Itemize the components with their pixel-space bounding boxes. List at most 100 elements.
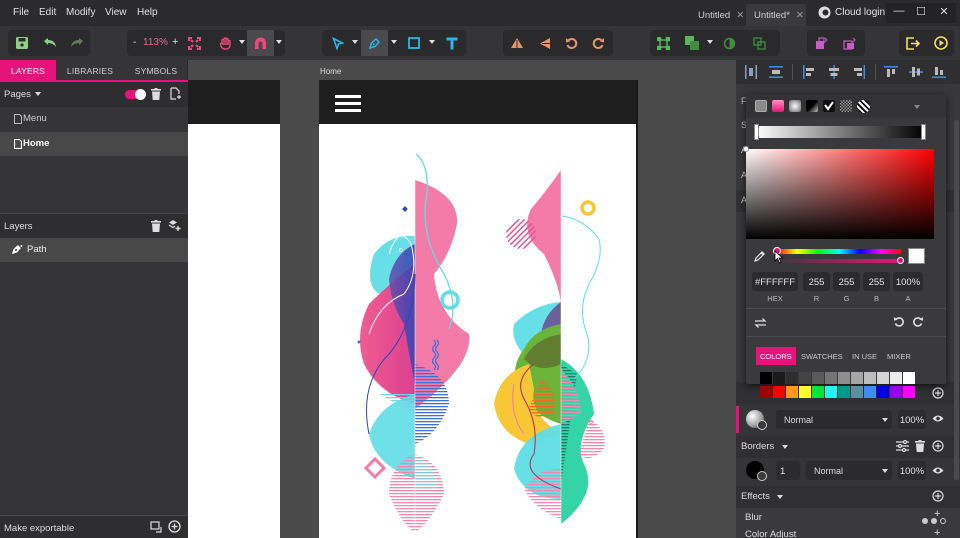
color-swatch[interactable]	[903, 372, 915, 384]
border-width-field[interactable]: 1	[776, 461, 800, 480]
hex-input[interactable]: #FFFFFF	[752, 272, 798, 291]
pen-tool-button[interactable]	[361, 30, 388, 56]
noise-fill-type[interactable]	[857, 100, 870, 113]
linear-gradient-type[interactable]	[772, 100, 784, 112]
delete-page-icon[interactable]	[151, 88, 161, 100]
menu-help[interactable]: Help	[137, 7, 158, 18]
close-tab-icon[interactable]: ✕	[736, 10, 744, 21]
borders-dropdown-icon[interactable]	[782, 445, 788, 449]
add-layer-icon[interactable]	[168, 219, 181, 232]
saturation-value-picker[interactable]	[746, 149, 934, 239]
solid-fill-type[interactable]	[755, 100, 767, 112]
color-swatch[interactable]	[851, 372, 863, 384]
color-swatch[interactable]	[786, 386, 798, 398]
zoom-in-button[interactable]: +	[172, 36, 178, 48]
add-effect-icon[interactable]	[932, 490, 944, 502]
picker-undo-icon[interactable]	[893, 316, 905, 328]
snap-magnet-button[interactable]	[247, 30, 274, 56]
save-button[interactable]	[8, 30, 35, 56]
close-tab-icon[interactable]: ✕	[796, 10, 804, 21]
diamond-gradient-type[interactable]	[823, 100, 835, 112]
color-swatch[interactable]	[799, 386, 811, 398]
distribute-vertical-icon[interactable]	[769, 65, 783, 79]
page-item-home[interactable]: Home	[0, 132, 188, 156]
eye-icon[interactable]	[932, 466, 944, 475]
select-dropdown-icon[interactable]	[352, 40, 358, 44]
color-swatch[interactable]	[825, 372, 837, 384]
pages-dropdown-icon[interactable]	[35, 92, 41, 96]
gradient-stop-end[interactable]	[921, 124, 926, 140]
tab-colors[interactable]: COLORS	[756, 347, 796, 365]
boolean-dropdown-icon[interactable]	[707, 40, 713, 44]
page-item-menu[interactable]: Menu	[0, 107, 188, 131]
pages-toggle[interactable]	[125, 89, 146, 100]
bring-forward-button[interactable]	[808, 30, 835, 56]
border-opacity-field[interactable]: 100%	[898, 461, 926, 480]
color-swatch[interactable]	[877, 372, 889, 384]
color-swatch[interactable]	[838, 386, 850, 398]
color-swatch[interactable]	[812, 372, 824, 384]
menu-edit[interactable]: Edit	[39, 7, 56, 18]
color-swatch[interactable]	[799, 372, 811, 384]
menu-artboard[interactable]	[188, 124, 280, 538]
delete-border-icon[interactable]	[915, 440, 925, 452]
undo-button[interactable]	[36, 30, 63, 56]
align-top-icon[interactable]	[884, 65, 898, 79]
color-swatch[interactable]	[864, 372, 876, 384]
align-left-icon[interactable]	[802, 65, 816, 79]
delete-layer-icon[interactable]	[151, 220, 161, 232]
pen-dropdown-icon[interactable]	[391, 40, 397, 44]
align-middle-vertical-icon[interactable]	[909, 65, 923, 79]
minimize-button[interactable]: —	[890, 5, 908, 19]
tab-swatches[interactable]: SWATCHES	[801, 347, 843, 365]
select-tool-button[interactable]	[324, 30, 351, 56]
eyedropper-icon[interactable]	[754, 250, 766, 262]
align-center-horizontal-icon[interactable]	[827, 65, 841, 79]
color-swatch[interactable]	[773, 386, 785, 398]
align-right-icon[interactable]	[852, 65, 866, 79]
doc-tab-active[interactable]: Untitled* ✕	[746, 4, 806, 26]
alpha-slider[interactable]	[776, 259, 902, 263]
add-page-icon[interactable]	[170, 87, 182, 100]
color-swatch[interactable]	[890, 372, 902, 384]
zoom-level[interactable]: 113%	[143, 37, 168, 48]
rotate-right-button[interactable]	[585, 30, 612, 56]
tab-symbols[interactable]: SYMBOLS	[124, 60, 188, 80]
add-export-icon[interactable]	[168, 520, 181, 533]
angular-gradient-type[interactable]	[806, 100, 818, 112]
fill-blend-select[interactable]: Normal	[776, 410, 892, 429]
flip-horizontal-button[interactable]	[503, 30, 530, 56]
border-blend-select[interactable]: Normal	[806, 461, 892, 480]
color-swatch[interactable]	[812, 386, 824, 398]
gradient-stop-start[interactable]	[754, 124, 759, 140]
eye-icon[interactable]	[932, 414, 944, 423]
color-swatch[interactable]	[890, 386, 902, 398]
color-swatch[interactable]	[877, 386, 889, 398]
sv-picker-handle[interactable]	[743, 146, 749, 152]
fill-opacity-field[interactable]: 100%	[898, 410, 926, 429]
radial-gradient-type[interactable]	[789, 100, 801, 112]
blue-input[interactable]: 255	[863, 272, 890, 291]
pattern-fill-type[interactable]	[840, 100, 852, 112]
color-swatch[interactable]	[851, 386, 863, 398]
menu-file[interactable]: File	[13, 7, 29, 18]
color-swatch[interactable]	[825, 386, 837, 398]
picker-redo-icon[interactable]	[912, 316, 924, 328]
distribute-horizontal-icon[interactable]	[744, 65, 758, 79]
tab-mixer[interactable]: MIXER	[887, 347, 911, 365]
add-border-icon[interactable]	[932, 440, 944, 452]
rotate-left-button[interactable]	[558, 30, 585, 56]
abstract-wave-illustration[interactable]	[319, 124, 636, 538]
artboard-label[interactable]: Home	[320, 67, 341, 76]
close-window-button[interactable]: ✕	[935, 5, 953, 19]
edit-border-icon[interactable]	[757, 471, 767, 481]
alpha-slider-handle[interactable]	[897, 257, 904, 264]
shape-tool-button[interactable]	[400, 30, 427, 56]
tab-libraries[interactable]: LIBRARIES	[56, 60, 124, 80]
fit-screen-button[interactable]	[181, 30, 208, 56]
color-swatch[interactable]	[760, 386, 772, 398]
ungroup-button[interactable]	[746, 30, 773, 56]
flip-vertical-button[interactable]	[531, 30, 558, 56]
group-button[interactable]	[650, 30, 677, 56]
edit-fill-icon[interactable]	[757, 420, 767, 430]
